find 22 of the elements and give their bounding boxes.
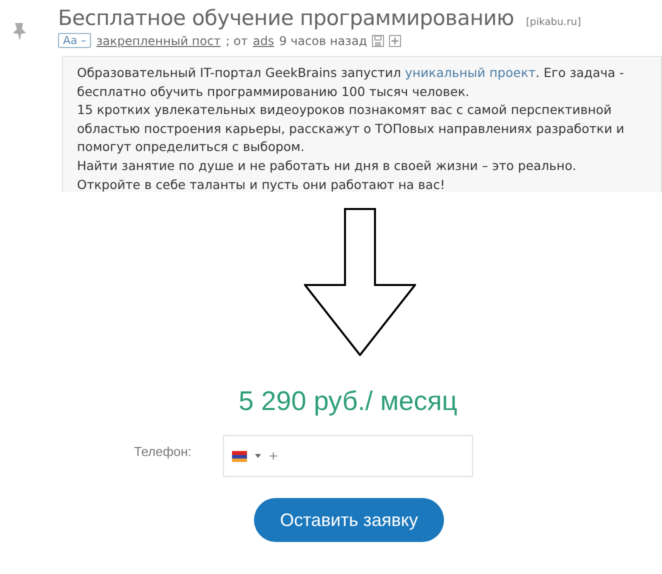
phone-field[interactable]: + <box>223 435 473 477</box>
phone-prefix: + <box>269 448 278 464</box>
post-title[interactable]: Бесплатное обучение программированию <box>58 6 514 30</box>
meta-link[interactable]: ads <box>252 34 274 48</box>
caret-icon[interactable] <box>255 454 261 458</box>
pin-icon <box>12 22 28 42</box>
phone-label: Телефон: <box>134 444 193 459</box>
meta-text: 9 часов назад <box>279 34 368 48</box>
font-size-toggle[interactable]: Aa – <box>58 33 92 48</box>
submit-button[interactable]: Оставить заявку <box>254 498 444 542</box>
post-paragraph: 15 кротких увлекательных видеоуроков познакомят вас с самой перспективной областью построения карьеры, расскажут о ТОПовых направлениях разработки и помогут определиться с выбором. <box>77 101 626 156</box>
source-label: [pikabu.ru] <box>526 17 581 28</box>
meta-link[interactable]: закрепленный пост <box>96 34 221 48</box>
post-paragraph: Найти занятие по душе и не работать ни дня в своей жизни – это реально. <box>77 156 578 175</box>
project-link[interactable]: уникальный проект <box>404 65 536 80</box>
add-icon[interactable] <box>389 34 402 46</box>
flag-icon[interactable] <box>232 450 247 462</box>
post-paragraph: Образовательный IT-портал GeekBrains запустил уникальный проект. Его задача - бесплатно обучить программированию 100 тысяч человек. <box>77 64 625 101</box>
post-paragraph: Откройте в себе таланты и пусть они работают на вас! <box>77 176 446 192</box>
save-icon[interactable] <box>372 34 384 46</box>
meta-text: ; от <box>226 34 248 48</box>
price-text: 5 290 руб./ месяц <box>238 386 458 417</box>
